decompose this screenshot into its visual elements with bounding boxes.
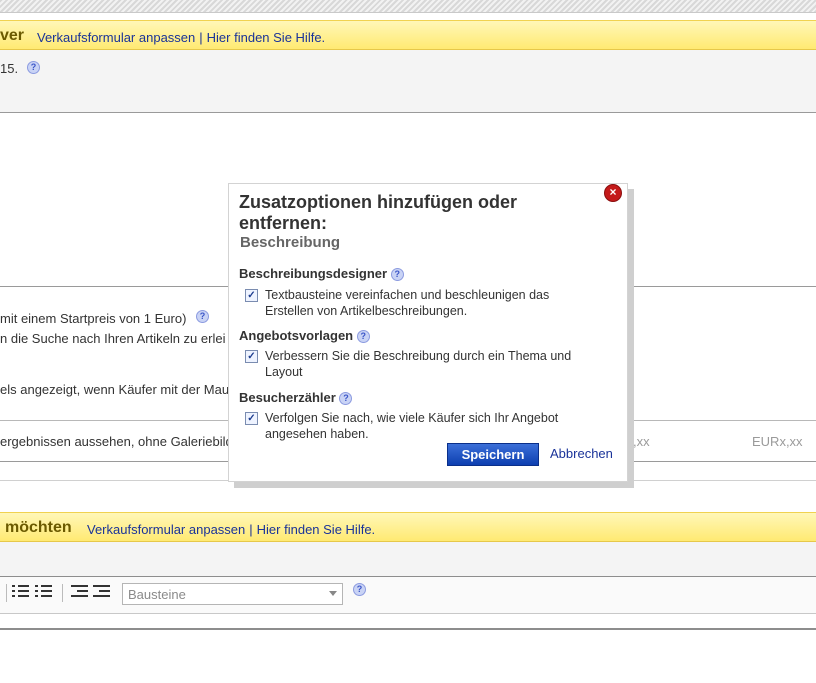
- section-heading-label: Besucherzähler: [239, 390, 336, 405]
- bausteine-select-value: Bausteine: [128, 587, 186, 602]
- grey-band-bottom: [0, 542, 816, 576]
- grey-band-top: [0, 50, 816, 112]
- help-icon[interactable]: ?: [196, 310, 209, 323]
- link-customize-form-top[interactable]: Verkaufsformular anpassen: [37, 30, 195, 45]
- text-fragment-suche: n die Suche nach Ihren Artikeln zu erlei: [0, 331, 226, 346]
- section-title-bottom: möchten: [5, 519, 72, 536]
- section-heading-label: Angebotsvorlagen: [239, 328, 354, 343]
- outdent-icon[interactable]: [71, 584, 89, 600]
- help-icon[interactable]: ?: [390, 268, 404, 282]
- link-help-bottom[interactable]: Hier finden Sie Hilfe.: [257, 522, 376, 537]
- section-heading-beschreibungsdesigner: Beschreibungsdesigner ?: [239, 266, 404, 282]
- toolbar-separator: [62, 584, 63, 602]
- link-help-top[interactable]: Hier finden Sie Hilfe.: [207, 30, 326, 45]
- dialog-title: Zusatzoptionen hinzufügen oder entfernen…: [239, 192, 517, 233]
- cancel-link[interactable]: Abbrechen: [550, 446, 613, 461]
- option-label: Verfolgen Sie nach, wie viele Käufer sic…: [265, 411, 559, 441]
- divider: [0, 112, 816, 113]
- help-icon[interactable]: ?: [339, 392, 353, 406]
- top-stripe: [0, 0, 816, 13]
- chevron-down-icon: [329, 591, 337, 596]
- toolbar-separator: [6, 584, 7, 602]
- section-title-top: ver: [0, 27, 25, 44]
- checkbox-besucherzaehler[interactable]: ✓: [245, 412, 258, 425]
- checkbox-angebotsvorlagen[interactable]: ✓: [245, 350, 258, 363]
- close-icon[interactable]: ×: [604, 184, 622, 202]
- link-separator: |: [249, 522, 253, 537]
- option-label: Verbessern Sie die Beschreibung durch ei…: [265, 349, 572, 379]
- dialog-subtitle: Beschreibung: [240, 234, 341, 251]
- divider: [0, 628, 816, 630]
- section-header-bottom: möchten Verkaufsformular anpassen | Hier f…: [0, 512, 816, 542]
- help-icon[interactable]: ?: [27, 61, 40, 74]
- section-heading-label: Beschreibungsdesigner: [239, 266, 388, 281]
- text-fragment-angezeigt: els angezeigt, wenn Käufer mit der Maus: [0, 382, 236, 397]
- bullet-list-icon[interactable]: [12, 584, 30, 600]
- save-button[interactable]: Speichern: [447, 443, 539, 466]
- text-fragment-15: 15.: [0, 61, 19, 76]
- price-placeholder: EURx,xx: [752, 434, 803, 449]
- option-label: Textbausteine vereinfachen und beschleun…: [265, 288, 550, 318]
- numbered-list-icon[interactable]: [35, 584, 53, 600]
- link-customize-form-bottom[interactable]: Verkaufsformular anpassen: [87, 522, 245, 537]
- price-placeholder: ,xx: [633, 434, 650, 449]
- section-links-bottom: Verkaufsformular anpassen | Hier finden Si…: [87, 522, 375, 537]
- help-icon[interactable]: ?: [353, 583, 366, 596]
- options-dialog: × Zusatzoptionen hinzufügen oder entfern…: [228, 183, 628, 482]
- section-links-top: Verkaufsformular anpassen | Hier finden Si…: [37, 30, 325, 45]
- checkbox-beschreibungsdesigner[interactable]: ✓: [245, 289, 258, 302]
- indent-icon[interactable]: [93, 584, 111, 600]
- bausteine-select[interactable]: Bausteine: [122, 583, 343, 605]
- text-fragment-startpreis: mit einem Startpreis von 1 Euro): [0, 311, 187, 326]
- section-header-top: ver Verkaufsformular anpassen | Hier finde…: [0, 20, 816, 50]
- section-heading-besucherzaehler: Besucherzähler ?: [239, 390, 353, 406]
- section-heading-angebotsvorlagen: Angebotsvorlagen ?: [239, 328, 370, 344]
- help-icon[interactable]: ?: [356, 330, 370, 344]
- text-fragment-ergebnissen: ergebnissen aussehen, ohne Galeriebild: [0, 434, 233, 449]
- link-separator: |: [199, 30, 203, 45]
